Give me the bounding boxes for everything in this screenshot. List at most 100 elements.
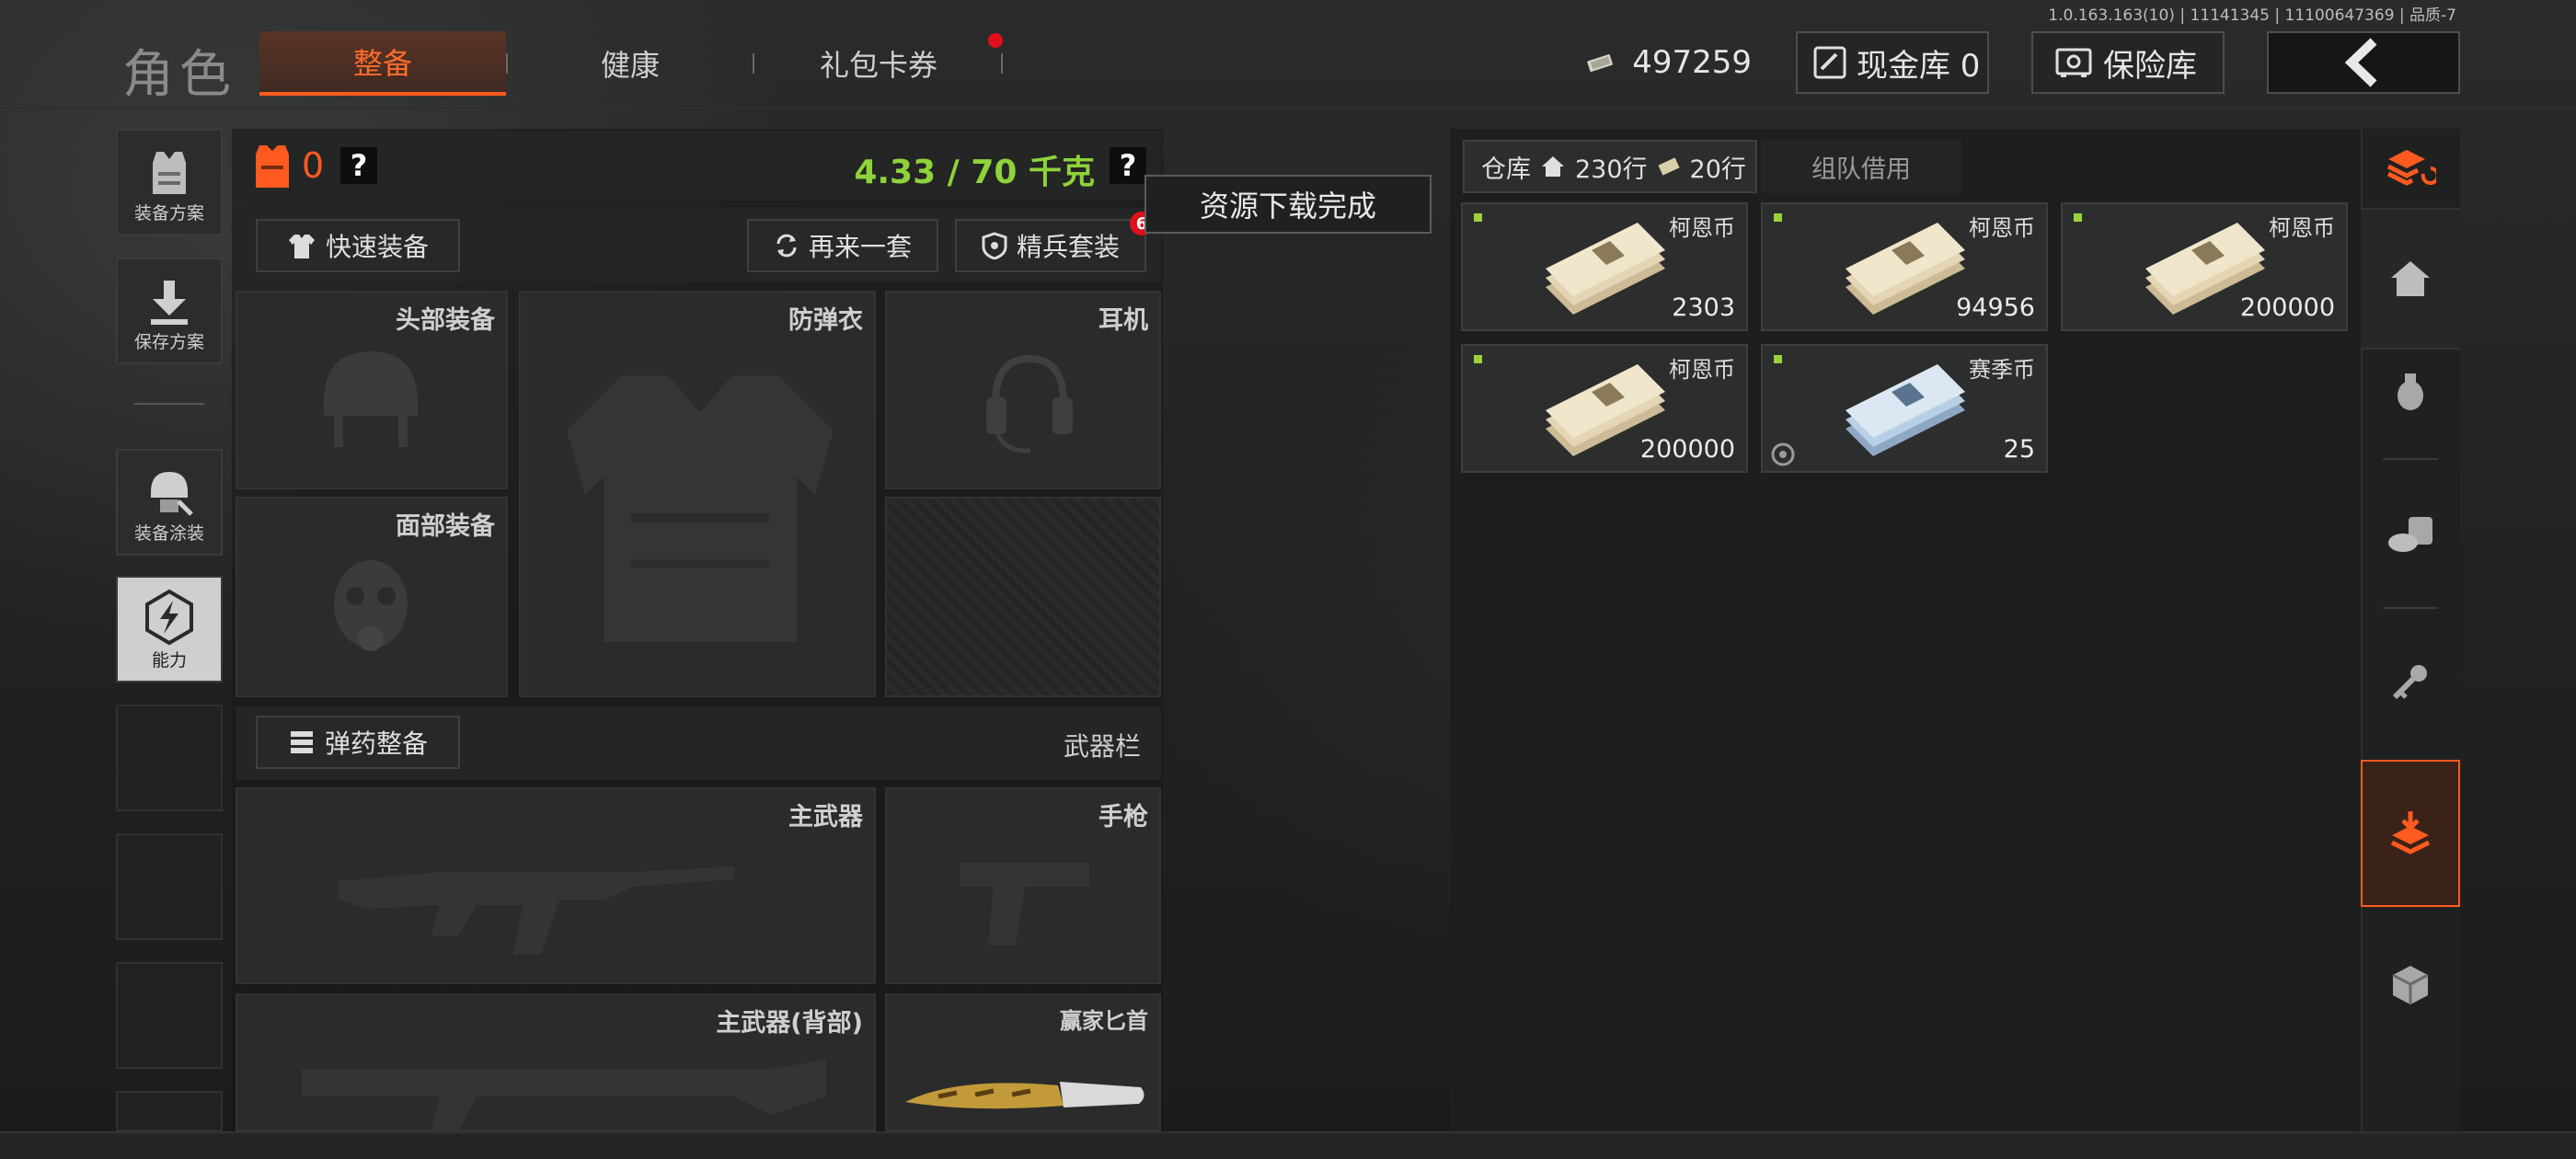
weapon-bar-label: 武器栏 xyxy=(1063,731,1141,762)
crate-icon xyxy=(2392,966,2429,1004)
elite-set-label: 精兵套装 xyxy=(1016,232,1120,262)
shirt-icon xyxy=(288,235,315,258)
melee-slot[interactable]: 赢家匕首 xyxy=(885,993,1161,1131)
armor-help-button[interactable]: ? xyxy=(340,147,377,184)
lightning-hex-icon xyxy=(145,589,193,646)
warehouse-rows: 230行 xyxy=(1575,155,1648,184)
headset-slot-label: 耳机 xyxy=(1098,306,1148,335)
weight-text: 4.33 / 70 千克 xyxy=(854,154,1095,191)
item-name: 柯恩币 xyxy=(1669,215,1735,241)
tab-gift-cards[interactable]: 礼包卡券 xyxy=(791,31,966,96)
ammo-prep-button[interactable]: 弹药整备 xyxy=(256,716,460,769)
home-icon xyxy=(2391,261,2430,296)
item-quantity: 25 xyxy=(2003,435,2035,464)
quick-equip-button[interactable]: 快速装备 xyxy=(256,219,460,272)
loadout-plan-button[interactable]: 装备方案 xyxy=(116,129,223,235)
elite-set-button[interactable]: 精兵套装 xyxy=(955,219,1146,272)
inventory-item[interactable]: 柯恩币 2303 xyxy=(1461,202,1748,331)
ammo-icon xyxy=(290,731,313,753)
category-crate[interactable] xyxy=(2361,935,2460,1036)
vest-slot[interactable]: 防弹衣 xyxy=(519,291,876,697)
safe-button[interactable]: 保险库 xyxy=(2031,31,2225,94)
headset-icon xyxy=(986,354,1073,453)
cash-bundle-icon xyxy=(1546,223,1665,315)
notification-dot xyxy=(988,33,1003,48)
tab-equip-label: 整备 xyxy=(352,46,412,81)
armor-vest-icon xyxy=(153,152,186,194)
strip-divider xyxy=(2383,607,2438,609)
safe-icon xyxy=(2055,48,2092,77)
item-name: 柯恩币 xyxy=(1669,357,1735,383)
primary-back-label: 主武器(背部) xyxy=(716,1009,863,1038)
tab-health[interactable]: 健康 xyxy=(543,31,718,96)
pistol-slot-label: 手枪 xyxy=(1098,803,1148,832)
equipment-paint-button[interactable]: 装备涂装 xyxy=(116,449,223,556)
item-name: 柯恩币 xyxy=(2269,215,2335,241)
side-empty-slot xyxy=(116,1091,223,1131)
item-name: 柯恩币 xyxy=(1969,215,2035,241)
category-selected[interactable] xyxy=(2361,760,2460,907)
armor-count: 0 xyxy=(302,145,325,186)
tab-divider xyxy=(506,53,508,74)
new-item-marker xyxy=(1474,213,1482,222)
inventory-item[interactable]: 赛季币 25 xyxy=(1761,344,2048,473)
ability-label: 能力 xyxy=(151,650,187,671)
vest-slot-label: 防弹衣 xyxy=(788,306,863,335)
primary-weapon-slot[interactable]: 主武器 xyxy=(236,787,876,984)
back-button[interactable] xyxy=(2267,31,2460,94)
inventory-item[interactable]: 柯恩币 200000 xyxy=(2061,202,2348,331)
new-item-marker xyxy=(1774,355,1782,363)
headset-slot[interactable]: 耳机 xyxy=(885,291,1161,489)
helmet-paint-icon xyxy=(151,472,193,516)
tab-divider xyxy=(1001,53,1003,74)
season-badge-icon xyxy=(1771,442,1795,466)
cash-vault-button[interactable]: 现金库 0 xyxy=(1796,31,1989,94)
header-divider xyxy=(0,107,2576,109)
head-slot[interactable]: 头部装备 xyxy=(236,291,508,489)
rifle-back-icon xyxy=(302,1060,826,1133)
bottom-bar xyxy=(0,1131,2576,1159)
key-icon xyxy=(2392,665,2427,700)
tab-health-label: 健康 xyxy=(600,48,660,83)
strip-divider xyxy=(2383,458,2438,460)
download-icon xyxy=(151,281,188,325)
new-item-marker xyxy=(1474,355,1482,363)
app-root: 1.0.163.163(10) | 11141345 | 11100647369… xyxy=(0,0,2576,1159)
money-display: 497259 xyxy=(1573,31,1752,94)
team-borrow-tab[interactable]: 组队借用 xyxy=(1761,140,1961,193)
new-item-marker xyxy=(1774,213,1782,222)
tab-divider xyxy=(753,53,754,74)
item-name: 赛季币 xyxy=(1969,357,2035,383)
primary-weapon-label: 主武器 xyxy=(788,803,863,832)
tab-equip[interactable]: 整备 xyxy=(259,31,506,96)
save-plan-button[interactable]: 保存方案 xyxy=(116,258,223,364)
category-key[interactable] xyxy=(2361,631,2460,732)
weight-help-button[interactable]: ? xyxy=(1110,147,1146,184)
warehouse-tab[interactable]: 仓库 230行 20行 xyxy=(1463,140,1757,193)
warehouse-extra-rows: 20行 xyxy=(1689,155,1746,184)
armor-orange-icon xyxy=(256,145,289,188)
grenade-icon xyxy=(2398,373,2423,410)
inventory-item[interactable]: 柯恩币 200000 xyxy=(1461,344,1748,473)
page-title: 角色 xyxy=(122,45,236,105)
home-icon xyxy=(1542,156,1564,177)
gas-mask-icon xyxy=(334,560,408,651)
face-slot[interactable]: 面部装备 xyxy=(236,497,508,697)
sort-refresh-button[interactable] xyxy=(2361,118,2460,219)
version-text: 1.0.163.163(10) | 11141345 | 11100647369… xyxy=(2048,6,2456,25)
box-arrow-icon xyxy=(2390,811,2431,855)
refresh-icon xyxy=(776,234,797,258)
inventory-item[interactable]: 柯恩币 94956 xyxy=(1761,202,2048,331)
again-set-button[interactable]: 再来一套 xyxy=(747,219,938,272)
rifle-icon xyxy=(339,866,734,955)
category-coins[interactable] xyxy=(2361,484,2460,585)
season-coin-bundle-icon xyxy=(1846,364,1965,456)
safe-label: 保险库 xyxy=(2103,47,2197,85)
ability-button[interactable]: 能力 xyxy=(116,576,223,683)
pistol-slot[interactable]: 手枪 xyxy=(885,787,1161,984)
primary-back-slot[interactable]: 主武器(背部) xyxy=(236,993,876,1133)
category-home[interactable] xyxy=(2361,208,2460,350)
equipment-paint-label: 装备涂装 xyxy=(133,523,204,544)
shield-icon xyxy=(982,232,1007,259)
category-grenade[interactable] xyxy=(2361,340,2460,442)
